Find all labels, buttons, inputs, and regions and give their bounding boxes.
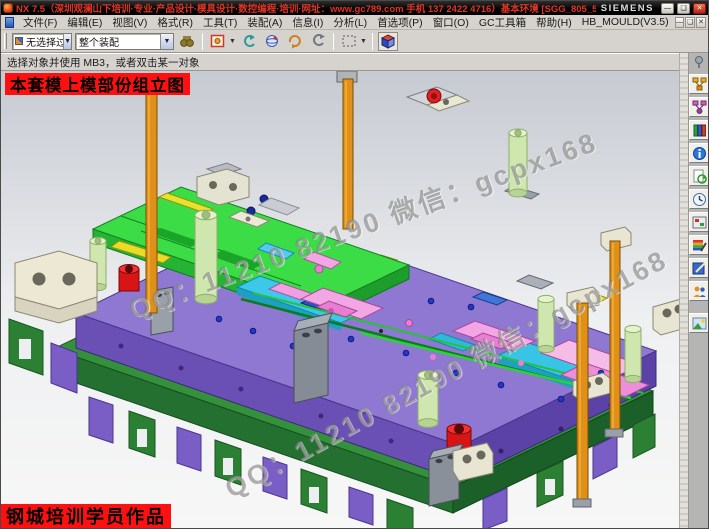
menu-help[interactable]: 帮助(H): [531, 15, 577, 30]
prompt-bar: 选择对象并使用 MB3，或者双击某一对象: [1, 53, 679, 71]
document-icon: [5, 17, 14, 28]
top-banner: 本套模上模部份组立图: [5, 73, 190, 95]
selection-scope-combo[interactable]: 整个装配 ▼: [75, 33, 174, 50]
nx-logo-icon: [3, 3, 13, 13]
undo-arrow-icon: [241, 33, 257, 49]
nx-application-window: NX 7.5（深圳观澜山下培训·专业·产品设计·模具设计·数控编程·培训·网址：…: [0, 0, 709, 529]
selection-scope-value: 整个装配: [76, 34, 160, 49]
menu-analysis[interactable]: 分析(L): [328, 15, 372, 30]
main-area: 选择对象并使用 MB3，或者双击某一对象: [1, 53, 708, 528]
orient-view-button[interactable]: [262, 32, 282, 51]
history-button[interactable]: [689, 189, 709, 209]
assembly-navigator-button[interactable]: [689, 74, 709, 94]
restore-button[interactable]: ❑: [677, 3, 690, 14]
mdi-minimize-button[interactable]: —: [675, 17, 685, 28]
close-button[interactable]: ✕: [693, 3, 706, 14]
reuse-library-button[interactable]: [689, 166, 709, 186]
title-bar: NX 7.5（深圳观澜山下培训·专业·产品设计·模具设计·数控编程·培训·网址：…: [1, 1, 708, 15]
image-icon: [692, 316, 707, 331]
resource-bar: [689, 53, 709, 528]
undo-button[interactable]: [239, 32, 259, 51]
menu-preferences[interactable]: 首选项(P): [372, 15, 428, 30]
internet-explorer-icon: [692, 146, 707, 161]
chevron-down-icon[interactable]: ▼: [229, 38, 236, 45]
prompt-text: 选择对象并使用 MB3，或者双击某一对象: [7, 55, 200, 70]
binoculars-icon: [179, 33, 195, 49]
graphics-viewport[interactable]: QQ：11210 82190 微信：gcpx168 QQ：11210 82190…: [1, 71, 679, 528]
dashed-rectangle-icon: [341, 33, 357, 49]
menu-file[interactable]: 文件(F): [18, 15, 62, 30]
bottom-banner: 钢城培训学员作品: [1, 504, 171, 528]
rotate-arrow-icon: [310, 33, 326, 49]
filter-icon: [15, 37, 23, 45]
toolbar-grip[interactable]: [4, 33, 7, 49]
refresh-view-button[interactable]: [285, 32, 305, 51]
part-navigator-icon: [692, 123, 707, 138]
menu-assemblies[interactable]: 装配(A): [242, 15, 287, 30]
mdi-restore-button[interactable]: ❑: [685, 17, 695, 28]
people-icon: [692, 284, 707, 299]
roles-icon: [692, 261, 707, 276]
menu-window[interactable]: 窗口(O): [428, 15, 474, 30]
shaded-cube-button[interactable]: [378, 32, 398, 51]
assembly-navigator-icon: [692, 77, 707, 92]
roles-button[interactable]: [689, 258, 709, 278]
siemens-brand: SIEMENS: [601, 3, 654, 14]
die-assembly-model[interactable]: [1, 71, 679, 528]
reuse-library-icon: [692, 169, 707, 184]
menu-gc-toolbox[interactable]: GC工具箱: [474, 15, 531, 30]
menu-tools[interactable]: 工具(T): [198, 15, 242, 30]
history-clock-icon: [692, 192, 707, 207]
visual-reports-icon: [692, 238, 707, 253]
menu-view[interactable]: 视图(V): [107, 15, 152, 30]
refresh-arrow-icon: [287, 33, 303, 49]
menu-hb-mould[interactable]: HB_MOULD(V3.5): [577, 16, 674, 28]
type-filter-combo[interactable]: 无选择过滤器 ▼: [12, 33, 72, 50]
constraint-navigator-icon: [692, 100, 707, 115]
menu-bar: 文件(F) 编辑(E) 视图(V) 格式(R) 工具(T) 装配(A) 信息(I…: [1, 15, 708, 30]
chevron-down-icon[interactable]: ▼: [360, 38, 367, 45]
chevron-down-icon[interactable]: ▼: [63, 34, 71, 49]
shaded-cube-icon: [380, 33, 396, 49]
window-title: NX 7.5（深圳观澜山下培训·专业·产品设计·模具设计·数控编程·培训·网址：…: [16, 1, 596, 15]
find-button[interactable]: [177, 32, 197, 51]
visual-reports-button[interactable]: [689, 235, 709, 255]
move-object-button[interactable]: [208, 32, 228, 51]
part-navigator-button[interactable]: [689, 120, 709, 140]
menu-information[interactable]: 信息(I): [287, 15, 328, 30]
hd3d-tools-icon: [692, 215, 707, 230]
chevron-down-icon[interactable]: ▼: [160, 34, 173, 49]
orient-sphere-icon: [264, 33, 280, 49]
groups-button[interactable]: [689, 281, 709, 301]
zoom-box-button[interactable]: [339, 32, 359, 51]
menu-format[interactable]: 格式(R): [152, 15, 198, 30]
move-object-icon: [210, 33, 226, 49]
minimize-button[interactable]: —: [661, 3, 674, 14]
selection-toolbar: 无选择过滤器 ▼ 整个装配 ▼ ▼ ▼: [1, 30, 708, 53]
menu-edit[interactable]: 编辑(E): [62, 15, 107, 30]
true-shading-button[interactable]: [689, 313, 709, 333]
type-filter-value: 无选择过滤器: [23, 34, 63, 49]
internet-explorer-button[interactable]: [689, 143, 709, 163]
mdi-close-button[interactable]: ✕: [696, 17, 706, 28]
constraint-navigator-button[interactable]: [689, 97, 709, 117]
rotate-view-button[interactable]: [308, 32, 328, 51]
sidebar-splitter[interactable]: [679, 53, 689, 528]
pushpin-icon[interactable]: [690, 55, 708, 69]
hd3d-tools-button[interactable]: [689, 212, 709, 232]
